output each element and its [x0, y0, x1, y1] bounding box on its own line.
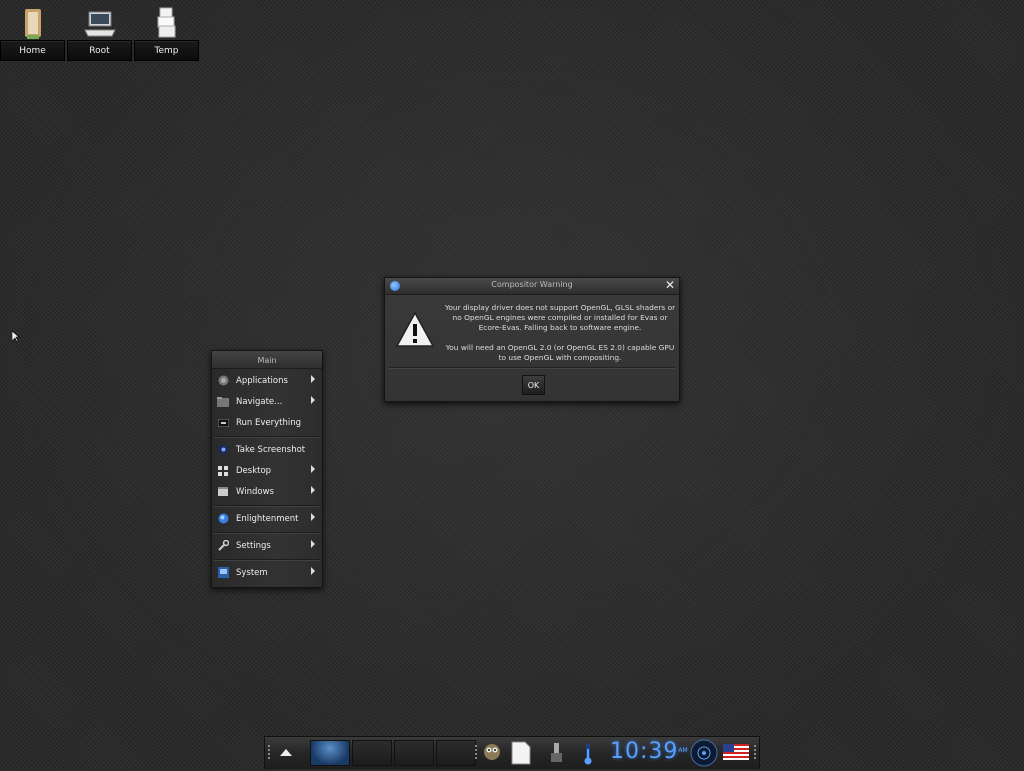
menu-item-enlightenment[interactable]: Enlightenment: [214, 509, 320, 528]
pager-desktop-3[interactable]: [394, 740, 434, 766]
menu-item-label: Settings: [236, 540, 271, 551]
bottom-shelf: 10:39AM: [264, 736, 760, 769]
shelf-grip-handle[interactable]: [268, 745, 270, 761]
mouse-pointer-icon: [11, 328, 20, 347]
shortcut-home[interactable]: Home: [0, 0, 65, 61]
menu-item-desktop[interactable]: Desktop: [214, 461, 320, 480]
shelf-separator: [475, 745, 477, 761]
menu-item-label: Applications: [236, 375, 288, 386]
menu-separator: [214, 505, 320, 507]
warning-triangle-icon: [395, 311, 435, 353]
shortcut-temp[interactable]: Temp: [134, 0, 199, 61]
menu-title: Main: [212, 351, 322, 369]
windows-icon: [217, 486, 229, 498]
menu-item-label: Take Screenshot: [236, 444, 306, 455]
usb-plug-icon[interactable]: [548, 741, 566, 769]
chevron-right-icon: [311, 396, 315, 404]
menu-item-navigate[interactable]: Navigate...: [214, 392, 320, 411]
divider: [389, 367, 675, 369]
dialog-title: Compositor Warning: [491, 280, 573, 289]
enlightenment-logo-icon: [217, 513, 229, 525]
screenshot-icon: [217, 444, 229, 456]
shortcut-label: Home: [0, 40, 65, 61]
chevron-right-icon: [311, 513, 315, 521]
compositor-warning-dialog: Compositor Warning ✕ Your display driver…: [384, 277, 680, 402]
thermometer-icon: [583, 741, 593, 769]
pager-desktop-2[interactable]: [352, 740, 392, 766]
pager-desktop-4[interactable]: [436, 740, 476, 766]
navigate-folder-icon: [217, 396, 229, 408]
system-icon: [217, 567, 229, 579]
dialog-message: Your display driver does not support Ope…: [443, 303, 677, 373]
chevron-right-icon: [311, 465, 315, 473]
shortcut-root[interactable]: Root: [67, 0, 132, 61]
chevron-right-icon: [311, 540, 315, 548]
menu-item-run-everything[interactable]: Run Everything: [214, 413, 320, 432]
us-flag-icon[interactable]: [723, 744, 749, 764]
menu-item-windows[interactable]: Windows: [214, 482, 320, 501]
menu-item-take-screenshot[interactable]: Take Screenshot: [214, 440, 320, 459]
menu-item-system[interactable]: System: [214, 563, 320, 582]
dialog-message-paragraph: Your display driver does not support Ope…: [444, 303, 676, 332]
chevron-right-icon: [311, 567, 315, 575]
dialog-titlebar[interactable]: Compositor Warning ✕: [385, 278, 679, 295]
menu-item-applications[interactable]: Applications: [214, 371, 320, 390]
menu-item-label: Desktop: [236, 465, 272, 476]
computer-laptop-icon: [67, 6, 132, 40]
chevron-right-icon: [311, 486, 315, 494]
shelf-grip-handle[interactable]: [754, 745, 756, 761]
menu-item-label: System: [236, 567, 268, 578]
clock-ampm: AM: [678, 747, 688, 754]
run-everything-icon: [217, 417, 229, 429]
shortcut-label: Temp: [134, 40, 199, 61]
desktop-grid-icon: [217, 465, 229, 477]
menu-item-label: Enlightenment: [236, 513, 299, 524]
desktop-shortcuts: Home Root Temp: [0, 0, 199, 61]
document-icon[interactable]: [511, 741, 531, 769]
home-door-icon: [0, 6, 65, 40]
clock-time: 10:39: [610, 739, 679, 764]
close-icon[interactable]: ✕: [665, 278, 675, 292]
menu-item-label: Run Everything: [236, 417, 302, 428]
menu-item-label: Navigate...: [236, 396, 283, 407]
menu-item-label: Windows: [236, 486, 274, 497]
menu-separator: [214, 436, 320, 438]
menu-item-settings[interactable]: Settings: [214, 536, 320, 555]
shortcut-label: Root: [67, 40, 132, 61]
main-menu: Main Applications Navigate... Run Everyt…: [211, 350, 323, 588]
clock-widget[interactable]: 10:39AM: [610, 739, 688, 764]
virtual-desktop-pager: [310, 740, 476, 766]
dialog-message-paragraph: You will need an OpenGL 2.0 (or OpenGL E…: [445, 343, 675, 362]
settings-wrench-icon: [217, 540, 229, 552]
chevron-right-icon: [311, 375, 315, 383]
ok-button[interactable]: OK: [522, 375, 545, 395]
temp-folder-icon: [134, 6, 199, 40]
menu-separator: [214, 532, 320, 534]
applications-icon: [217, 375, 229, 387]
start-menu-button[interactable]: [279, 745, 293, 764]
gadget-owl-icon[interactable]: [481, 741, 503, 767]
mixer-disc-icon[interactable]: [690, 739, 718, 771]
menu-separator: [214, 559, 320, 561]
pager-desktop-1[interactable]: [310, 740, 350, 766]
